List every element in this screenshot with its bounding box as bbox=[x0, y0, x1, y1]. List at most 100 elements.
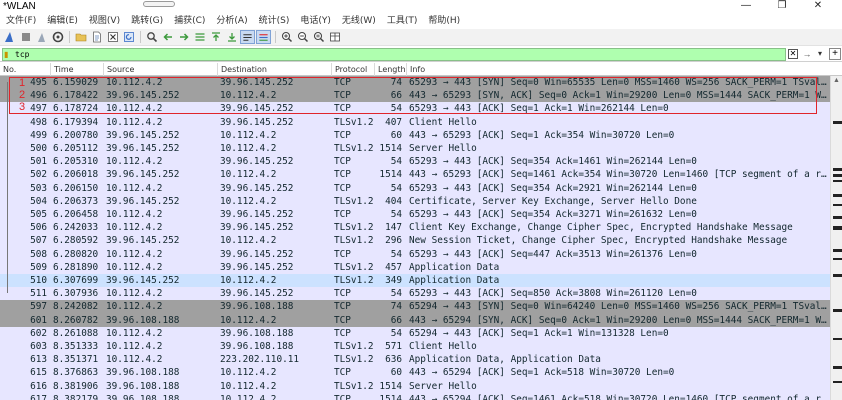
packet-row[interactable]: 616 8.381906 39.96.108.188 10.112.4.2 TLSv1.… bbox=[0, 379, 830, 393]
column-header-protocol[interactable]: Protocol bbox=[331, 63, 374, 76]
add-filter-button-icon[interactable]: + bbox=[829, 48, 841, 60]
packet-time-cell: 8.351333 bbox=[53, 341, 99, 352]
packet-destination-cell: 10.112.4.2 bbox=[220, 195, 277, 207]
packet-source-cell: 10.112.4.2 bbox=[106, 116, 163, 128]
vertical-scrollbar[interactable]: ▲ bbox=[830, 76, 842, 400]
packet-row[interactable]: 500 6.205112 39.96.145.252 10.112.4.2 TLSv1.… bbox=[0, 142, 830, 156]
restart-shark-icon[interactable] bbox=[34, 30, 49, 44]
packet-time-cell: 6.242033 bbox=[53, 222, 99, 234]
packet-row[interactable]: 617 8.382179 39.96.108.188 10.112.4.2 TCP 151… bbox=[0, 392, 830, 400]
packet-row[interactable]: 603 8.351333 10.112.4.2 39.96.108.188 TLSv1.… bbox=[0, 340, 830, 354]
colorize-icon[interactable] bbox=[256, 30, 271, 44]
column-header-source[interactable]: Source bbox=[103, 63, 217, 76]
find-packet-icon[interactable] bbox=[144, 30, 159, 44]
menu-analyze[interactable]: 分析(A) bbox=[210, 14, 252, 29]
column-header-destination[interactable]: Destination bbox=[217, 63, 331, 76]
zoom-in-icon[interactable] bbox=[279, 30, 294, 44]
reload-icon[interactable] bbox=[121, 30, 136, 44]
go-forward-icon[interactable] bbox=[176, 30, 191, 44]
column-header-time[interactable]: Time bbox=[50, 63, 103, 76]
menu-help[interactable]: 帮助(H) bbox=[422, 14, 465, 29]
minimap-mark bbox=[833, 309, 842, 312]
display-filter-input[interactable] bbox=[15, 49, 775, 60]
column-header-info[interactable]: Info bbox=[406, 63, 842, 76]
packet-row[interactable]: 613 8.351371 10.112.4.2 223.202.110.11 TLSv1… bbox=[0, 353, 830, 367]
packet-row[interactable]: 507 6.280592 39.96.145.252 10.112.4.2 TLSv1.… bbox=[0, 234, 830, 248]
minimap-mark bbox=[833, 204, 842, 206]
first-packet-icon[interactable] bbox=[208, 30, 223, 44]
packet-destination-cell: 10.112.4.2 bbox=[220, 380, 277, 392]
packet-protocol-cell: TLSv1.2 bbox=[334, 195, 374, 207]
title-bar: *WLAN — ❐ ✕ bbox=[0, 0, 842, 14]
maximize-button[interactable]: ❐ bbox=[764, 0, 800, 14]
packet-source-cell: 39.96.108.188 bbox=[106, 393, 180, 400]
packet-row[interactable]: 508 6.280820 10.112.4.2 39.96.145.252 TCP 54 6… bbox=[0, 247, 830, 261]
packet-time-cell: 8.381906 bbox=[53, 380, 99, 392]
packet-destination-cell: 10.112.4.2 bbox=[220, 314, 277, 326]
menu-telephony[interactable]: 电话(Y) bbox=[294, 14, 336, 29]
apply-filter-arrow-icon[interactable]: → bbox=[801, 49, 813, 59]
filter-bookmark-icon[interactable]: ▮ bbox=[4, 50, 12, 59]
packet-row[interactable]: 511 6.307936 10.112.4.2 39.96.145.252 TCP 54 6… bbox=[0, 287, 830, 301]
packet-row[interactable]: 501 6.205310 10.112.4.2 39.96.145.252 TCP 54 6… bbox=[0, 155, 830, 169]
packet-row[interactable]: 505 6.206458 10.112.4.2 39.96.145.252 TCP 54 6… bbox=[0, 208, 830, 222]
menu-go[interactable]: 跳转(G) bbox=[125, 14, 168, 29]
packet-length-cell: 54 bbox=[390, 182, 402, 194]
column-header-length[interactable]: Length bbox=[374, 63, 406, 76]
packet-time-cell: 6.307699 bbox=[53, 275, 99, 286]
file-icon[interactable] bbox=[89, 30, 104, 44]
clear-filter-icon[interactable]: ✕ bbox=[788, 49, 798, 59]
packet-length-cell: 54 bbox=[390, 248, 402, 260]
packet-row[interactable]: 510 6.307699 39.96.145.252 10.112.4.2 TLSv1.… bbox=[0, 274, 830, 288]
zoom-out-icon[interactable] bbox=[295, 30, 310, 44]
packet-row[interactable]: 602 8.261088 10.112.4.2 39.96.108.188 TCP 54 6… bbox=[0, 326, 830, 340]
packet-row[interactable]: 615 8.376863 39.96.108.188 10.112.4.2 TCP 60 4… bbox=[0, 366, 830, 380]
minimize-button[interactable]: — bbox=[728, 0, 764, 14]
packet-row[interactable]: 504 6.206373 39.96.145.252 10.112.4.2 TLSv1.… bbox=[0, 194, 830, 208]
toolbar-separator bbox=[140, 31, 141, 43]
packet-row[interactable]: 503 6.206150 10.112.4.2 39.96.145.252 TCP 54 6… bbox=[0, 181, 830, 195]
packet-length-cell: 54 bbox=[390, 288, 402, 300]
menu-wireless[interactable]: 无线(W) bbox=[336, 14, 381, 29]
menu-statistics[interactable]: 统计(S) bbox=[253, 14, 295, 29]
go-back-icon[interactable] bbox=[160, 30, 175, 44]
packet-row[interactable]: 506 6.242033 10.112.4.2 39.96.145.252 TLSv1.… bbox=[0, 221, 830, 235]
packet-destination-cell: 39.96.108.188 bbox=[220, 341, 294, 352]
menu-tools[interactable]: 工具(T) bbox=[381, 14, 423, 29]
capture-options-gear-icon[interactable] bbox=[50, 30, 65, 44]
menu-file[interactable]: 文件(F) bbox=[0, 14, 41, 29]
stop-square-icon[interactable] bbox=[18, 30, 33, 44]
packet-row[interactable]: 597 8.242082 10.112.4.2 39.96.108.188 TCP 74 6… bbox=[0, 300, 830, 314]
packet-destination-cell: 10.112.4.2 bbox=[220, 143, 277, 154]
filter-history-dropdown-icon[interactable]: ▾ bbox=[814, 49, 826, 59]
go-to-packet-icon[interactable] bbox=[192, 30, 207, 44]
packet-row[interactable]: 498 6.179394 10.112.4.2 39.96.145.252 TLSv1.… bbox=[0, 115, 830, 129]
last-packet-icon[interactable] bbox=[224, 30, 239, 44]
packet-time-cell: 6.179394 bbox=[53, 116, 99, 128]
packet-row[interactable]: 502 6.206018 39.96.145.252 10.112.4.2 TCP 151… bbox=[0, 168, 830, 182]
menu-view[interactable]: 视图(V) bbox=[83, 14, 125, 29]
resize-columns-icon[interactable] bbox=[327, 30, 342, 44]
menu-edit[interactable]: 编辑(E) bbox=[41, 14, 83, 29]
minimap-mark bbox=[833, 274, 842, 277]
minimap-mark bbox=[833, 216, 842, 219]
open-folder-icon[interactable] bbox=[73, 30, 88, 44]
packet-row[interactable]: 601 8.260782 39.96.108.188 10.112.4.2 TCP 66 4… bbox=[0, 313, 830, 327]
zoom-normal-icon[interactable] bbox=[311, 30, 326, 44]
packet-destination-cell: 10.112.4.2 bbox=[220, 275, 277, 286]
close-file-icon[interactable] bbox=[105, 30, 120, 44]
scroll-up-icon[interactable]: ▲ bbox=[831, 76, 842, 86]
minimap-mark bbox=[833, 258, 842, 260]
display-filter-field: ▮ bbox=[2, 48, 786, 61]
column-header-no[interactable]: No. bbox=[0, 63, 50, 76]
autoscroll-icon[interactable] bbox=[240, 30, 255, 44]
menu-capture[interactable]: 捕获(C) bbox=[168, 14, 210, 29]
packet-source-cell: 39.96.145.252 bbox=[106, 195, 180, 207]
packet-protocol-cell: TCP bbox=[334, 327, 351, 339]
packet-time-cell: 6.206373 bbox=[53, 195, 99, 207]
close-button[interactable]: ✕ bbox=[800, 0, 836, 14]
packet-row[interactable]: 499 6.200780 39.96.145.252 10.112.4.2 TCP 60 4… bbox=[0, 128, 830, 142]
packet-info-cell: 65293 → 443 [ACK] Seq=354 Ack=2921 Win=2… bbox=[409, 182, 697, 194]
packet-row[interactable]: 509 6.281890 10.112.4.2 39.96.145.252 TLSv1.… bbox=[0, 260, 830, 274]
shark-fin-start-icon[interactable] bbox=[2, 30, 17, 44]
